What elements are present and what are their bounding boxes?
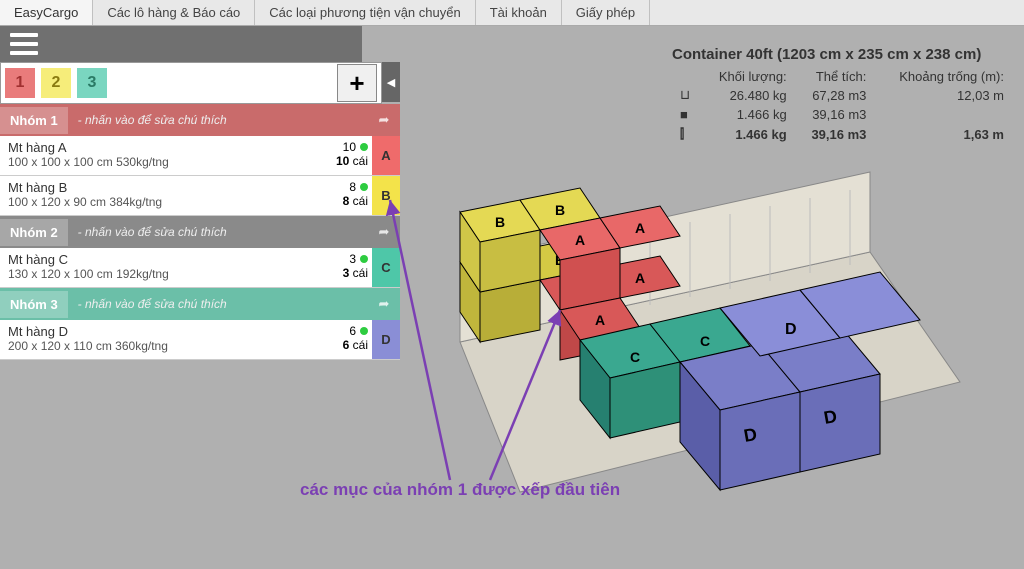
svg-text:D: D [785, 321, 797, 338]
item-dimensions: 200 x 120 x 110 cm 360kg/tng [8, 339, 320, 353]
group-hint[interactable]: - nhấn vào để sửa chú thích [68, 113, 368, 127]
app-bar [0, 26, 362, 62]
group-name: Nhóm 2 [0, 219, 68, 246]
item-counts: 10 10 cái [328, 136, 372, 175]
hamburger-icon[interactable] [10, 33, 38, 55]
svg-text:A: A [635, 220, 645, 236]
collapse-panel-button[interactable]: ◀ [382, 62, 400, 102]
item-dimensions: 100 x 120 x 90 cm 384kg/tng [8, 195, 320, 209]
group-name: Nhóm 1 [0, 107, 68, 134]
item-info: Mt hàng A 100 x 100 x 100 cm 530kg/tng [0, 136, 328, 175]
group-header-3[interactable]: Nhóm 3 - nhấn vào để sửa chú thích ➦ [0, 288, 400, 320]
status-dot-icon [360, 255, 368, 263]
item-label-badge[interactable]: D [372, 320, 400, 359]
item-loaded: 3 [343, 266, 350, 280]
status-dot-icon [360, 327, 368, 335]
status-dot-icon [360, 143, 368, 151]
item-loaded: 6 [343, 338, 350, 352]
item-title: Mt hàng D [8, 324, 320, 339]
item-unit: cái [353, 338, 368, 352]
item-unit: cái [353, 194, 368, 208]
svg-text:A: A [595, 312, 605, 328]
item-dimensions: 100 x 100 x 100 cm 530kg/tng [8, 155, 320, 169]
nav-tab-license[interactable]: Giấy phép [562, 0, 650, 25]
cargo-item-row[interactable]: Mt hàng A 100 x 100 x 100 cm 530kg/tng 1… [0, 136, 400, 176]
cargo-item-row[interactable]: Mt hàng B 100 x 120 x 90 cm 384kg/tng 8 … [0, 176, 400, 216]
annotation-text: các mục của nhóm 1 được xếp đầu tiên [300, 480, 620, 500]
svg-text:C: C [630, 349, 640, 365]
nav-tab-account[interactable]: Tài khoản [476, 0, 562, 25]
item-info: Mt hàng C 130 x 120 x 100 cm 192kg/tng [0, 248, 328, 287]
group-action-icon[interactable]: ➦ [368, 112, 400, 128]
group-action-icon[interactable]: ➦ [368, 224, 400, 240]
svg-text:B: B [555, 202, 565, 218]
item-requested: 3 [349, 252, 356, 266]
nav-tab-vehicles[interactable]: Các loại phương tiện vận chuyển [255, 0, 475, 25]
svg-text:A: A [635, 270, 645, 286]
nav-tab-shipments[interactable]: Các lô hàng & Báo cáo [93, 0, 255, 25]
item-dimensions: 130 x 120 x 100 cm 192kg/tng [8, 267, 320, 281]
top-nav: EasyCargo Các lô hàng & Báo cáo Các loại… [0, 0, 1024, 26]
item-label-badge[interactable]: A [372, 136, 400, 175]
item-title: Mt hàng A [8, 140, 320, 155]
item-loaded: 8 [343, 194, 350, 208]
item-title: Mt hàng B [8, 180, 320, 195]
group-hint[interactable]: - nhấn vào để sửa chú thích [68, 225, 368, 239]
cargo-panel: 1 2 3 + ◀ Nhóm 1 - nhấn vào để sửa chú t… [0, 62, 400, 360]
add-tab-button[interactable]: + [337, 64, 377, 102]
svg-text:C: C [700, 333, 710, 349]
item-unit: cái [353, 266, 368, 280]
svg-text:B: B [495, 214, 505, 230]
item-loaded: 10 [336, 154, 349, 168]
container-title: Container 40ft (1203 cm x 235 cm x 238 c… [672, 46, 1012, 63]
item-requested: 10 [343, 140, 356, 154]
item-counts: 6 6 cái [328, 320, 372, 359]
group-header-2[interactable]: Nhóm 2 - nhấn vào để sửa chú thích ➦ [0, 216, 400, 248]
cargo-item-row[interactable]: Mt hàng C 130 x 120 x 100 cm 192kg/tng 3… [0, 248, 400, 288]
status-dot-icon [360, 183, 368, 191]
cargo-item-row[interactable]: Mt hàng D 200 x 120 x 110 cm 360kg/tng 6… [0, 320, 400, 360]
number-tabs-row: 1 2 3 + [0, 62, 382, 104]
group-action-icon[interactable]: ➦ [368, 296, 400, 312]
group-name: Nhóm 3 [0, 291, 68, 318]
group-hint[interactable]: - nhấn vào để sửa chú thích [68, 297, 368, 311]
number-tab-2[interactable]: 2 [41, 68, 71, 98]
number-tab-1[interactable]: 1 [5, 68, 35, 98]
item-title: Mt hàng C [8, 252, 320, 267]
svg-text:A: A [575, 232, 585, 248]
item-counts: 8 8 cái [328, 176, 372, 215]
item-unit: cái [353, 154, 368, 168]
item-label-badge[interactable]: B [372, 176, 400, 215]
item-info: Mt hàng B 100 x 120 x 90 cm 384kg/tng [0, 176, 328, 215]
item-counts: 3 3 cái [328, 248, 372, 287]
item-requested: 6 [349, 324, 356, 338]
group-header-1[interactable]: Nhóm 1 - nhấn vào để sửa chú thích ➦ [0, 104, 400, 136]
number-tab-3[interactable]: 3 [77, 68, 107, 98]
item-requested: 8 [349, 180, 356, 194]
item-label-badge[interactable]: C [372, 248, 400, 287]
item-info: Mt hàng D 200 x 120 x 110 cm 360kg/tng [0, 320, 328, 359]
app-name-tab[interactable]: EasyCargo [0, 0, 93, 25]
